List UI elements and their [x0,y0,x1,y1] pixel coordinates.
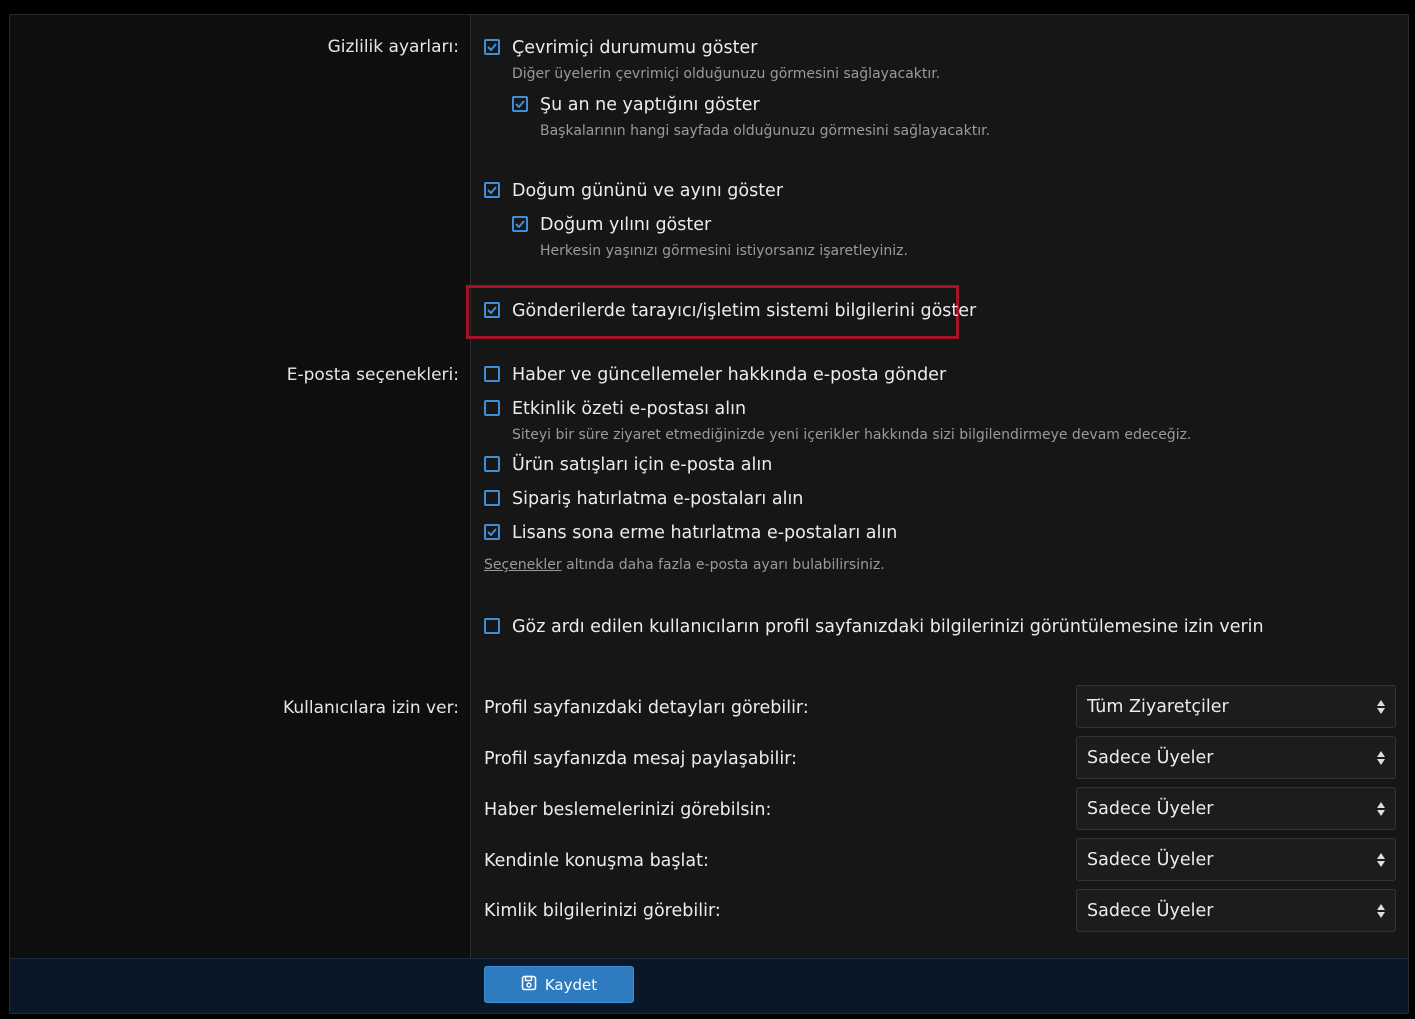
show-birth-year-option[interactable]: Doğum yılını göster Herkesin yaşınızı gör… [512,212,908,261]
view-identities-select[interactable]: Sadece Üyeler [1076,889,1396,932]
post-on-profile-label: Profil sayfanızda mesaj paylaşabilir: [484,749,798,769]
option-label: Sipariş hatırlatma e-postaları alın [512,489,804,509]
view-profile-details-select[interactable]: Tüm Ziyaretçiler [1076,685,1396,728]
checkbox[interactable] [484,182,500,198]
select-arrows-icon [1377,801,1385,816]
select-value: Sadece Üyeler [1087,747,1214,768]
select-arrows-icon [1377,852,1385,867]
save-icon [521,975,537,995]
checkbox[interactable] [484,366,500,382]
license-expiry-email-option[interactable]: Lisans sona erme hatırlatma e-postaları … [484,520,897,546]
permissions-section-label: Kullanıcılara izin ver: [283,698,459,718]
preferences-panel: Gizlilik ayarları: E-posta seçenekleri: … [9,14,1409,1014]
option-label: Gönderilerde tarayıcı/işletim sistemi bi… [512,301,977,321]
option-hint: Diğer üyelerin çevrimiçi olduğunuzu görm… [512,66,941,82]
select-value: Sadece Üyeler [1087,900,1214,921]
select-arrows-icon [1377,903,1385,918]
option-hint: Herkesin yaşınızı görmesini istiyorsanız… [540,243,908,259]
label-column [10,15,471,958]
checkbox[interactable] [484,400,500,416]
option-label: Çevrimiçi durumumu göster [512,38,758,58]
checkbox[interactable] [484,456,500,472]
option-label: Doğum gününü ve ayını göster [512,181,784,201]
allow-ignored-users-option[interactable]: Göz ardı edilen kullanıcıların profil sa… [484,614,1264,640]
start-conversation-label: Kendinle konuşma başlat: [484,851,709,871]
email-settings-note: Seçenekler altında daha fazla e-posta ay… [484,557,885,573]
post-on-profile-select[interactable]: Sadece Üyeler [1076,736,1396,779]
start-conversation-select[interactable]: Sadece Üyeler [1076,838,1396,881]
note-text: altında daha fazla e-posta ayarı bulabil… [561,557,885,573]
checkbox[interactable] [512,216,528,232]
privacy-section-label: Gizlilik ayarları: [327,37,459,57]
save-button[interactable]: Kaydet [484,966,634,1003]
select-value: Sadece Üyeler [1087,849,1214,870]
option-label: Lisans sona erme hatırlatma e-postaları … [512,523,898,543]
show-current-activity-option[interactable]: Şu an ne yaptığını göster Başkalarının ha… [512,92,990,141]
checkbox[interactable] [484,524,500,540]
form-footer: Kaydet [10,958,1408,1013]
option-label: Göz ardı edilen kullanıcıların profil sa… [512,617,1264,637]
show-browser-os-option[interactable]: Gönderilerde tarayıcı/işletim sistemi bi… [484,298,976,324]
option-label: Doğum yılını göster [540,215,712,235]
show-online-status-option[interactable]: Çevrimiçi durumumu göster Diğer üyelerin … [484,35,940,84]
checkbox[interactable] [484,618,500,634]
select-value: Tüm Ziyaretçiler [1087,696,1229,717]
select-value: Sadece Üyeler [1087,798,1214,819]
view-news-feed-select[interactable]: Sadece Üyeler [1076,787,1396,830]
show-birthday-option[interactable]: Doğum gününü ve ayını göster [484,178,783,204]
news-email-option[interactable]: Haber ve güncellemeler hakkında e-posta … [484,362,946,388]
checkbox[interactable] [512,96,528,112]
checkbox[interactable] [484,490,500,506]
view-news-feed-label: Haber beslemelerinizi görebilsin: [484,800,772,820]
option-label: Şu an ne yaptığını göster [540,95,760,115]
checkbox[interactable] [484,39,500,55]
checkbox[interactable] [484,302,500,318]
view-identities-label: Kimlik bilgilerinizi görebilir: [484,901,721,921]
select-arrows-icon [1377,699,1385,714]
select-arrows-icon [1377,750,1385,765]
save-label: Kaydet [544,975,598,994]
activity-summary-option[interactable]: Etkinlik özeti e-postası alın Siteyi bir … [484,396,1191,445]
order-reminder-email-option[interactable]: Sipariş hatırlatma e-postaları alın [484,486,803,512]
product-sales-email-option[interactable]: Ürün satışları için e-posta alın [484,452,772,478]
option-label: Etkinlik özeti e-postası alın [512,399,747,419]
view-profile-details-label: Profil sayfanızdaki detayları görebilir: [484,698,809,718]
option-label: Ürün satışları için e-posta alın [512,455,773,475]
options-link[interactable]: Seçenekler [484,557,562,573]
option-hint: Başkalarının hangi sayfada olduğunuzu gö… [540,123,991,139]
option-hint: Siteyi bir süre ziyaret etmediğinizde ye… [512,427,1192,443]
option-label: Haber ve güncellemeler hakkında e-posta … [512,365,947,385]
email-section-label: E-posta seçenekleri: [286,365,459,385]
